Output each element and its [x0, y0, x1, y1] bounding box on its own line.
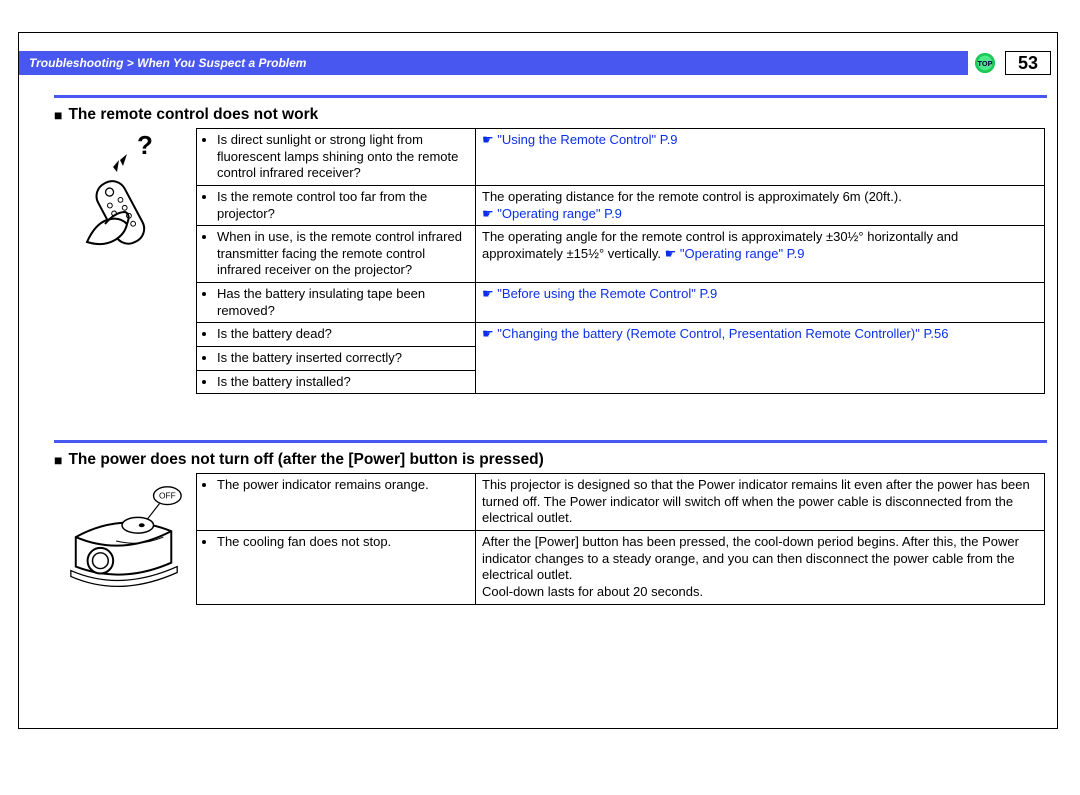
square-bullet-icon: ■: [54, 107, 62, 123]
table-cell-answer: "Before using the Remote Control" P.9: [476, 283, 1045, 323]
link-using-remote[interactable]: "Using the Remote Control" P.9: [482, 132, 678, 147]
section-title: The remote control does not work: [68, 106, 318, 124]
table-cell-question: When in use, is the remote control infra…: [197, 226, 476, 283]
remote-control-icon: ?: [65, 132, 185, 252]
divider: [54, 95, 1047, 98]
header-bar: Troubleshooting > When You Suspect a Pro…: [19, 51, 1057, 75]
svg-text:OFF: OFF: [159, 491, 176, 501]
svg-text:?: ?: [137, 132, 153, 160]
troubleshoot-table-remote: Is direct sunlight or strong light from …: [196, 128, 1045, 394]
section-heading-remote: ■ The remote control does not work: [54, 106, 1057, 124]
link-operating-range-2[interactable]: "Operating range" P.9: [665, 246, 805, 261]
svg-text:TOP: TOP: [978, 59, 993, 68]
table-cell-question: Is direct sunlight or strong light from …: [197, 129, 476, 186]
table-cell-answer: The operating angle for the remote contr…: [476, 226, 1045, 283]
section-title: The power does not turn off (after the […: [68, 451, 543, 469]
manual-page: Troubleshooting > When You Suspect a Pro…: [18, 32, 1058, 729]
square-bullet-icon: ■: [54, 452, 62, 468]
link-changing-battery[interactable]: "Changing the battery (Remote Control, P…: [482, 326, 949, 341]
top-icon: TOP: [974, 52, 996, 74]
table-cell-question: The cooling fan does not stop.: [197, 531, 476, 605]
projector-illustration: OFF: [54, 473, 196, 604]
section-heading-power: ■ The power does not turn off (after the…: [54, 451, 1057, 469]
page-number: 53: [1005, 51, 1051, 75]
troubleshoot-table-power: The power indicator remains orange. This…: [196, 473, 1045, 604]
table-cell-answer: After the [Power] button has been presse…: [476, 531, 1045, 605]
divider: [54, 440, 1047, 443]
answer-text: The operating distance for the remote co…: [482, 189, 902, 204]
link-before-using[interactable]: "Before using the Remote Control" P.9: [482, 286, 717, 301]
table-cell-question: Is the remote control too far from the p…: [197, 185, 476, 225]
remote-illustration: ?: [54, 128, 196, 394]
table-cell-answer: The operating distance for the remote co…: [476, 185, 1045, 225]
projector-icon: OFF: [61, 481, 189, 601]
top-button[interactable]: TOP: [968, 51, 1001, 75]
breadcrumb: Troubleshooting > When You Suspect a Pro…: [19, 51, 968, 75]
link-operating-range[interactable]: "Operating range" P.9: [482, 206, 622, 221]
table-cell-question: The power indicator remains orange.: [197, 474, 476, 531]
table-cell-question: Has the battery insulating tape been rem…: [197, 283, 476, 323]
table-cell-question-group: Is the battery dead? Is the battery inse…: [197, 323, 476, 394]
section-body-remote: ? Is direct sunlight or strong light fro…: [54, 128, 1045, 394]
table-cell-answer: "Changing the battery (Remote Control, P…: [476, 323, 1045, 394]
table-cell-answer: This projector is designed so that the P…: [476, 474, 1045, 531]
table-cell-answer: "Using the Remote Control" P.9: [476, 129, 1045, 186]
section-body-power: OFF The power indicator remains orange. …: [54, 473, 1045, 604]
